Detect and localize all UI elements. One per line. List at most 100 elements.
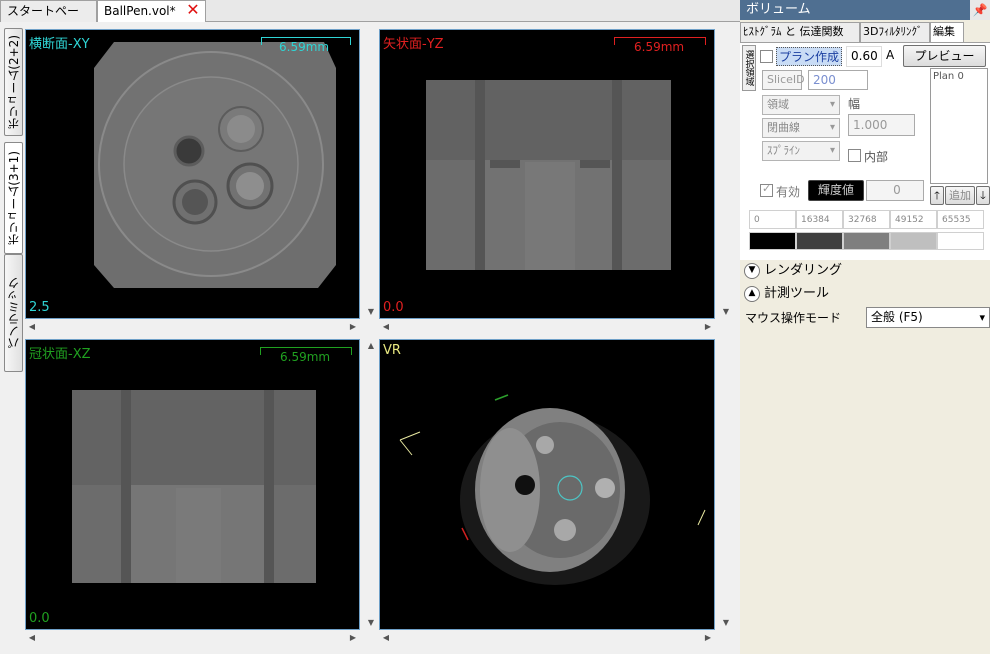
gray-level-65535: 65535 bbox=[937, 210, 984, 229]
tab-panoramic-label: パノラミック bbox=[7, 277, 21, 349]
rendering-label: レンダリング bbox=[764, 263, 843, 278]
gray-level-16384: 16384 bbox=[796, 210, 843, 229]
curve-type-combo[interactable]: 閉曲線 bbox=[762, 118, 840, 138]
coronal-slice-image bbox=[72, 390, 316, 583]
plan-create-checkbox[interactable] bbox=[760, 50, 773, 63]
volume-panel: ボリューム 📌 ﾋｽﾄｸﾞﾗﾑ と 伝達関数 3Dﾌｨﾙﾀﾘﾝｸﾞ 編集 選択領… bbox=[740, 0, 990, 654]
sagittal-slice-image bbox=[426, 80, 671, 270]
measure-section[interactable]: ▲ 計測ツール bbox=[744, 284, 829, 304]
inner-checkbox[interactable] bbox=[848, 149, 861, 162]
panel-title: ボリューム bbox=[746, 2, 811, 17]
scroll-right-icon[interactable]: ▶ bbox=[701, 631, 715, 645]
plan-list-item[interactable]: Plan 0 bbox=[933, 71, 985, 82]
volume-render-image bbox=[399, 394, 706, 585]
brightness-value-field[interactable]: 0 bbox=[866, 180, 924, 201]
tab-edit[interactable]: 編集 bbox=[930, 22, 964, 43]
gray-swatch[interactable] bbox=[890, 232, 937, 250]
collapse-icon[interactable]: ▲ bbox=[744, 285, 760, 302]
opacity-field[interactable]: 0.60 bbox=[846, 46, 882, 67]
move-up-icon[interactable]: 🡑 bbox=[930, 186, 944, 205]
scroll-down-icon[interactable]: ▼ bbox=[364, 616, 378, 630]
hscroll-xy[interactable]: ◀ ▶ bbox=[25, 320, 360, 334]
gray-swatch[interactable] bbox=[796, 232, 843, 250]
add-plan-button[interactable]: 追加 bbox=[945, 186, 975, 205]
view-title-yz: 矢状面-YZ bbox=[383, 37, 444, 52]
document-tab-bar: スタートページ BallPen.vol* ✕ bbox=[0, 0, 740, 38]
preview-button[interactable]: プレビュー bbox=[903, 45, 986, 67]
axial-slice-image bbox=[94, 42, 336, 288]
region-combo[interactable]: 領域 bbox=[762, 95, 840, 115]
selection-side-label: 選択領域 bbox=[742, 45, 756, 91]
vscroll-xy[interactable]: ▼ bbox=[364, 29, 378, 319]
scroll-right-icon[interactable]: ▶ bbox=[701, 320, 715, 334]
scale-label: 6.59mm bbox=[634, 40, 685, 54]
gray-swatch[interactable] bbox=[937, 232, 984, 250]
scroll-left-icon[interactable]: ◀ bbox=[25, 631, 39, 645]
scale-label: 6.59mm bbox=[279, 40, 330, 54]
mouse-mode-select[interactable]: 全般 (F5) bbox=[866, 307, 990, 328]
layout-tab-strip: ボリューム(2+2) ボリューム(3+1) パノラミック bbox=[0, 22, 24, 654]
gray-swatch[interactable] bbox=[749, 232, 796, 250]
slice-value-xz: 0.0 bbox=[29, 611, 50, 626]
width-label: 幅 bbox=[848, 97, 861, 111]
hscroll-yz[interactable]: ◀ ▶ bbox=[379, 320, 715, 334]
gray-level-49152: 49152 bbox=[890, 210, 937, 229]
enabled-checkbox[interactable] bbox=[760, 182, 773, 197]
tab-ballpen-label: BallPen.vol* bbox=[104, 4, 176, 18]
tab-volume-3-1[interactable]: ボリューム(3+1) bbox=[4, 142, 23, 254]
hscroll-xz[interactable]: ◀ ▶ bbox=[25, 631, 360, 645]
vscroll-yz[interactable]: ▼ bbox=[719, 29, 733, 319]
scroll-down-icon[interactable]: ▼ bbox=[719, 616, 733, 630]
brightness-button[interactable]: 輝度値 bbox=[808, 180, 864, 201]
slice-value-xy: 2.5 bbox=[29, 300, 50, 315]
slice-id-field[interactable]: 200 bbox=[808, 70, 868, 90]
vscroll-vr[interactable]: ▼ bbox=[719, 339, 733, 630]
mouse-mode-label: マウス操作モード bbox=[745, 311, 842, 325]
tab-volume-2-2[interactable]: ボリューム(2+2) bbox=[4, 28, 23, 136]
scroll-left-icon[interactable]: ◀ bbox=[25, 320, 39, 334]
spline-combo[interactable]: ｽﾌﾟﾗｲﾝ bbox=[762, 141, 840, 161]
move-down-icon[interactable]: 🡓 bbox=[976, 186, 990, 205]
rendering-section[interactable]: ▼ レンダリング bbox=[744, 261, 842, 281]
vscroll-xz[interactable]: ▲ ▼ bbox=[364, 339, 378, 630]
plan-create-label[interactable]: プラン作成 bbox=[776, 47, 843, 66]
gray-level-32768: 32768 bbox=[843, 210, 890, 229]
scroll-right-icon[interactable]: ▶ bbox=[346, 320, 360, 334]
viewport-coronal-xz[interactable]: 6.59mm 冠状面-XZ 0.0 bbox=[25, 339, 360, 630]
enabled-label: 有効 bbox=[776, 185, 801, 199]
tab-histogram[interactable]: ﾋｽﾄｸﾞﾗﾑ と 伝達関数 bbox=[740, 22, 860, 42]
viewport-volume-render[interactable]: VR bbox=[379, 339, 715, 630]
close-tab-icon[interactable]: ✕ bbox=[185, 1, 201, 19]
tab-start-page[interactable]: スタートページ bbox=[0, 0, 97, 38]
tab-3d-filtering[interactable]: 3Dﾌｨﾙﾀﾘﾝｸﾞ bbox=[860, 22, 930, 42]
pin-icon[interactable]: 📌 bbox=[970, 0, 990, 20]
scroll-right-icon[interactable]: ▶ bbox=[346, 631, 360, 645]
edit-tab-content: 選択領域 プラン作成 0.60 A プレビュー SliceID 200 領域 閉… bbox=[740, 42, 990, 260]
viewport-axial-xy[interactable]: 6.59mm 横断面-XY 2.5 bbox=[25, 29, 360, 319]
scale-label: 6.59mm bbox=[280, 350, 331, 364]
measure-label: 計測ツール bbox=[764, 286, 830, 301]
hscroll-vr[interactable]: ◀ ▶ bbox=[379, 631, 715, 645]
plan-list[interactable]: Plan 0 bbox=[930, 68, 988, 184]
width-field[interactable]: 1.000 bbox=[848, 114, 915, 136]
scroll-up-icon[interactable]: ▲ bbox=[364, 339, 378, 353]
slice-value-yz: 0.0 bbox=[383, 300, 404, 315]
tab-volume-2-2-label: ボリューム(2+2) bbox=[7, 34, 21, 130]
inner-label: 内部 bbox=[864, 150, 889, 164]
viewport-sagittal-yz[interactable]: 6.59mm 矢状面-YZ 0.0 bbox=[379, 29, 715, 319]
scroll-down-icon[interactable]: ▼ bbox=[719, 305, 733, 319]
tab-panoramic[interactable]: パノラミック bbox=[4, 254, 23, 372]
view-title-xz: 冠状面-XZ bbox=[29, 347, 91, 362]
scroll-down-icon[interactable]: ▼ bbox=[364, 305, 378, 319]
slice-id-label: SliceID bbox=[762, 70, 805, 90]
a-label: A bbox=[886, 48, 895, 62]
expand-icon[interactable]: ▼ bbox=[744, 262, 760, 279]
tab-volume-3-1-label: ボリューム(3+1) bbox=[7, 150, 21, 246]
scroll-left-icon[interactable]: ◀ bbox=[379, 631, 393, 645]
view-title-vr: VR bbox=[383, 343, 401, 358]
view-title-xy: 横断面-XY bbox=[29, 37, 90, 52]
gray-swatch[interactable] bbox=[843, 232, 890, 250]
scroll-left-icon[interactable]: ◀ bbox=[379, 320, 393, 334]
gray-level-0: 0 bbox=[749, 210, 796, 229]
panel-header: ボリューム 📌 bbox=[740, 0, 990, 20]
